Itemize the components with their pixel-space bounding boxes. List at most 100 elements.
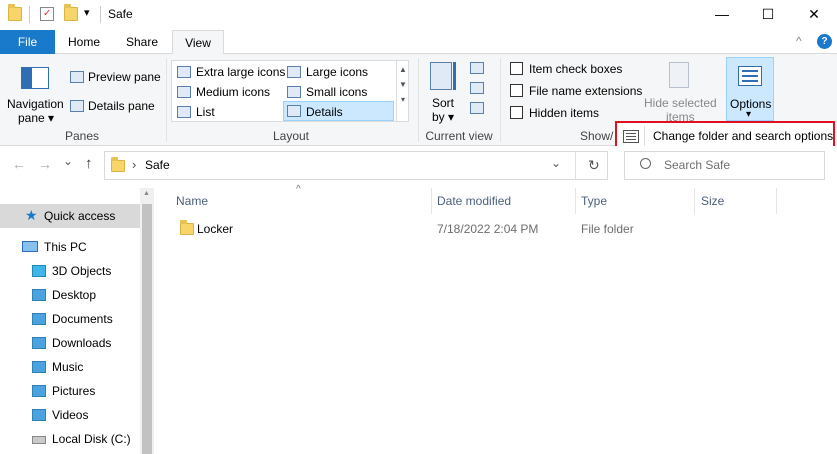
qa-dropdown-icon[interactable]: ▾ [84,6,90,19]
layout-large-icons[interactable]: Large icons [306,65,368,79]
preview-pane-icon [70,71,84,83]
folder-icon [8,4,22,21]
details-pane-button[interactable]: Details pane [88,99,155,113]
nav-item-music[interactable]: Music [0,355,140,379]
nav-item-videos[interactable]: Videos [0,403,140,427]
group-label-show-hide: Show/ [580,129,614,143]
details-icon [287,105,301,117]
nav-item-documents[interactable]: Documents [0,307,140,331]
hidden-items-label: Hidden items [529,106,600,120]
minimize-button[interactable]: — [699,0,745,30]
breadcrumb-separator: › [132,157,137,172]
music-folder-icon [32,361,46,373]
layout-small-icons[interactable]: Small icons [306,85,367,99]
file-name-extensions-label: File name extensions [529,84,643,98]
layout-list[interactable]: List [196,105,215,119]
tab-view[interactable]: View [172,30,224,55]
close-button[interactable]: ✕ [791,0,837,30]
properties-icon[interactable]: ✓ [40,7,54,21]
forward-button[interactable]: → [38,156,52,172]
breadcrumb-safe[interactable]: Safe [145,158,170,172]
documents-folder-icon [32,313,46,325]
sort-icon [430,62,452,90]
nav-item-3d-objects[interactable]: 3D Objects [0,259,140,283]
layout-extra-large-icons[interactable]: Extra large icons [196,65,285,79]
column-divider[interactable] [776,188,777,214]
size-columns-icon[interactable] [470,102,484,114]
drive-icon [32,436,46,444]
tab-home[interactable]: Home [56,30,112,54]
group-by-icon[interactable] [470,62,484,74]
sort-arrow-icon [453,62,456,90]
nav-item-this-pc[interactable]: This PC [0,235,140,259]
divider [575,152,576,179]
options-button[interactable]: Options ▾ [726,57,774,121]
file-type: File folder [581,222,634,236]
nav-scrollbar[interactable]: ▲ [140,188,154,454]
videos-folder-icon [32,409,46,421]
divider [100,6,101,23]
column-header-size[interactable]: Size [701,188,724,214]
layout-details: Details [306,105,343,119]
file-name-extensions-checkbox[interactable] [510,84,523,97]
collapse-ribbon-icon[interactable]: ^ [796,34,802,48]
group-separator [166,58,167,142]
column-header-type[interactable]: Type [581,188,607,214]
downloads-folder-icon [32,337,46,349]
file-name: Locker [197,222,234,236]
file-list: ^ Name Date modified Type Size Locker 7/… [156,184,837,454]
address-row: ← → ⌄ ↑ › Safe ⌄ ↻ Search Safe [0,146,837,184]
item-check-boxes-checkbox[interactable] [510,62,523,75]
new-folder-icon[interactable] [64,4,78,21]
scroll-up-arrow[interactable]: ▲ [143,190,150,197]
navigation-pane: ★ Quick access This PC 3D Objects Deskto… [0,184,155,454]
nav-item-pictures[interactable]: Pictures [0,379,140,403]
nav-item-downloads[interactable]: Downloads [0,331,140,355]
folder-icon [111,157,125,172]
back-button[interactable]: ← [12,156,26,172]
address-dropdown-button[interactable]: ⌄ [551,156,561,170]
options-icon [738,66,762,86]
desktop-folder-icon [32,289,46,301]
help-icon[interactable]: ? [817,34,832,49]
column-divider[interactable] [431,188,432,214]
layout-gallery: Extra large icons Large icons Medium ico… [171,60,409,122]
up-button[interactable]: ↑ [85,155,93,172]
column-divider[interactable] [694,188,695,214]
add-columns-icon[interactable] [470,82,484,94]
extra-large-icons-icon [177,66,191,78]
tab-share[interactable]: Share [112,30,172,54]
divider [644,126,645,146]
sort-by-button[interactable]: Sort by ▾ [426,58,462,126]
address-bar[interactable]: › Safe ⌄ ↻ [104,151,608,180]
nav-item-desktop[interactable]: Desktop [0,283,140,307]
window-title: Safe [108,7,133,21]
column-header-name[interactable]: Name [176,188,208,214]
maximize-button[interactable]: ☐ [745,0,791,30]
column-header-date-modified[interactable]: Date modified [437,188,511,214]
scroll-thumb[interactable] [142,204,152,454]
large-icons-icon [287,66,301,78]
layout-medium-icons[interactable]: Medium icons [196,85,270,99]
refresh-button[interactable]: ↻ [588,157,600,174]
computer-icon [22,241,38,252]
layout-details-selected[interactable]: Details [283,101,394,121]
tab-file[interactable]: File [0,30,55,54]
nav-item-quick-access[interactable]: ★ Quick access [0,204,140,228]
search-input[interactable]: Search Safe [624,151,825,180]
column-divider[interactable] [575,188,576,214]
table-row[interactable]: Locker 7/18/2022 2:04 PM File folder [170,218,770,240]
change-folder-options-label: Change folder and search options [653,129,834,143]
layout-gallery-scroll[interactable]: ▲ ▼ ▾ [396,61,409,121]
group-label-layout: Layout [272,129,310,143]
details-pane-icon [70,100,84,112]
small-icons-icon [287,86,301,98]
hidden-items-checkbox[interactable] [510,106,523,119]
hide-selected-items-button[interactable]: Hide selected items [642,58,717,124]
title-bar: ✓ ▾ Safe — ☐ ✕ [0,0,837,30]
nav-item-local-disk[interactable]: Local Disk (C:) [0,427,140,451]
navigation-pane-button[interactable]: Navigation pane ▾ [4,58,64,128]
preview-pane-button[interactable]: Preview pane [88,70,161,84]
cube-icon [32,265,46,277]
recent-locations-button[interactable]: ⌄ [63,154,73,168]
